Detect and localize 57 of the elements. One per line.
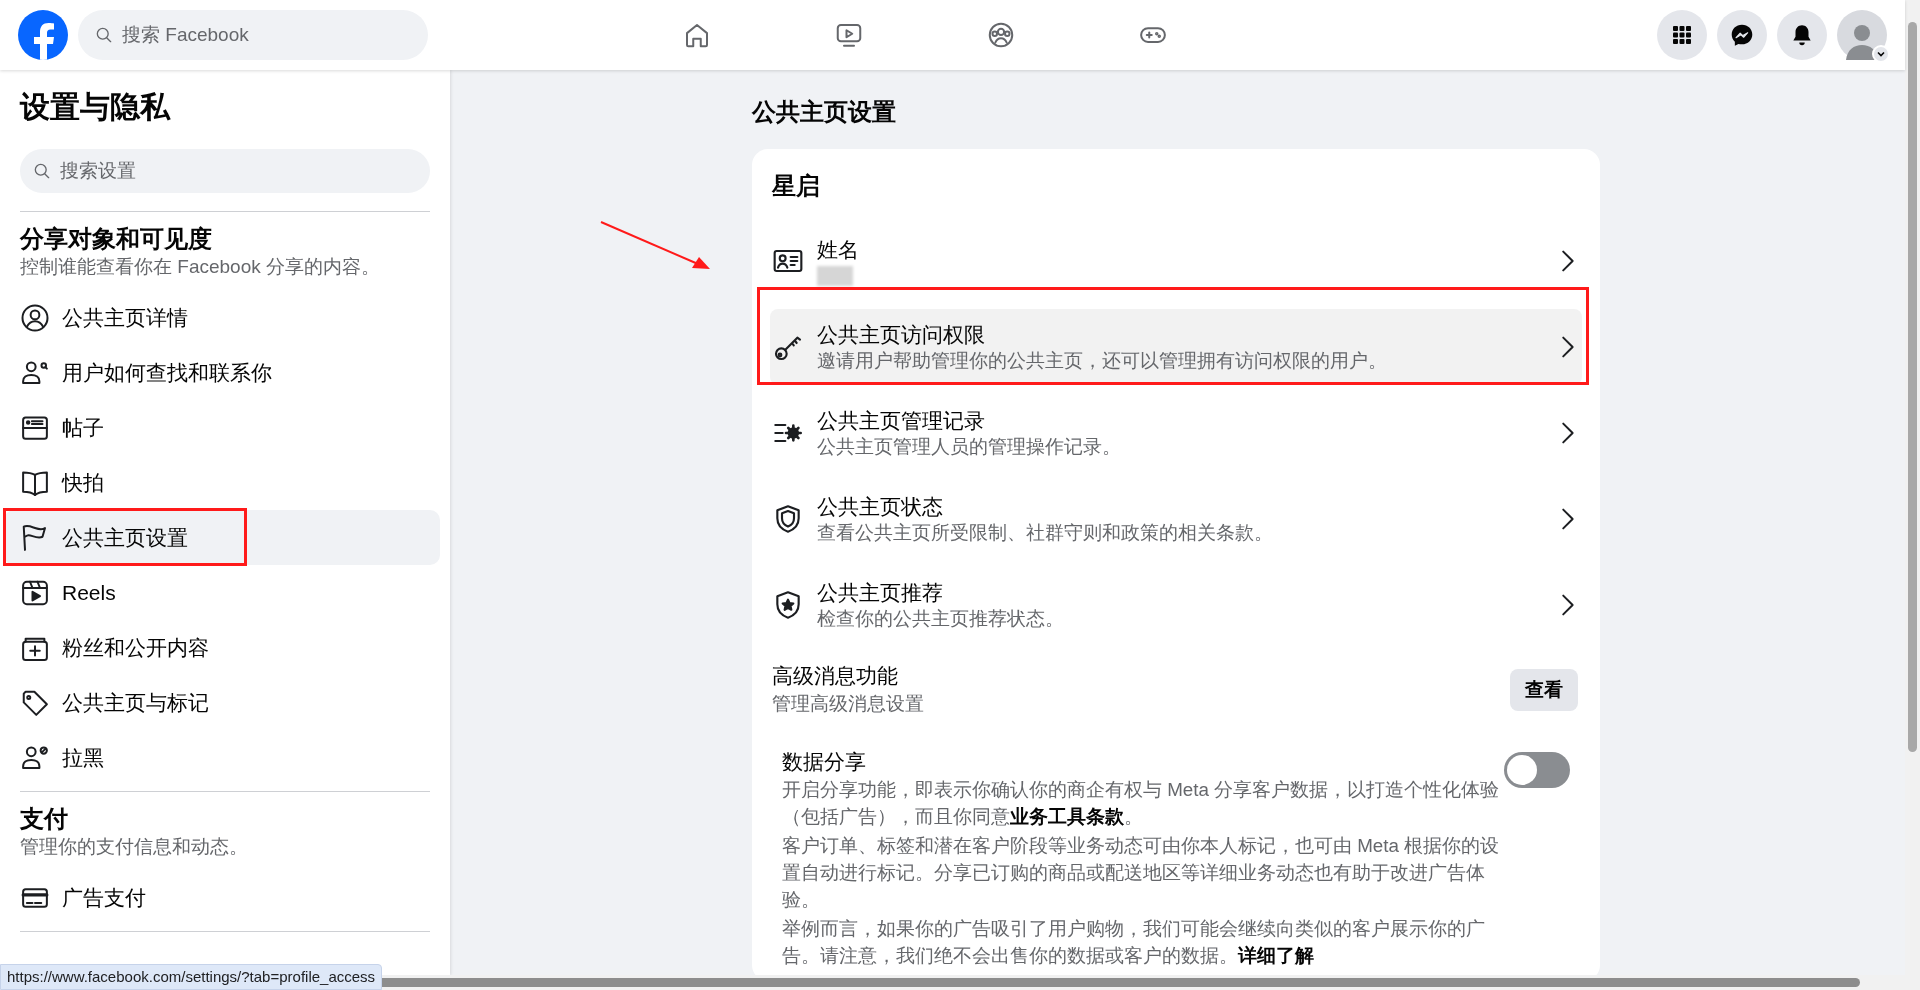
apps-menu-button[interactable] (1657, 10, 1707, 60)
sidebar-item[interactable]: 粉丝和公开内容 (4, 620, 440, 675)
settings-row[interactable]: 公共主页状态 查看公共主页所受限制、社群守则和政策的相关条款。 (770, 481, 1582, 557)
search-field[interactable]: 搜索设置 (20, 149, 430, 193)
row-description: 管理高级消息设置 (772, 692, 925, 716)
settings-row[interactable]: 公共主页访问权限 邀请用户帮助管理你的公共主页，还可以管理拥有访问权限的用户。 (770, 309, 1582, 385)
terms-link[interactable]: 详细了解 (1238, 945, 1314, 966)
settings-row[interactable]: 公共主页管理记录 公共主页管理人员的管理操作记录。 (770, 395, 1582, 471)
search-icon (32, 161, 52, 181)
search-icon (94, 25, 114, 45)
page-title: 设置与隐私 (20, 89, 172, 125)
section-title: 支付 (20, 804, 69, 834)
settings-row[interactable]: 姓名 (770, 223, 1582, 299)
row-title: 公共主页访问权限 (817, 322, 986, 348)
notifications-button[interactable] (1777, 10, 1827, 60)
sidebar-item[interactable]: 拉黑 (4, 730, 440, 785)
terms-link[interactable]: 业务工具条款 (1010, 806, 1124, 827)
paragraph: 客户订单、标签和潜在客户阶段等业务动态可由你本人标记，也可由 Meta 根据你的设置自动进行标记。分享已订购的商品或配送地区等详细业务动态也有助于改进广告体验。 (782, 834, 1501, 912)
messenger-icon (1729, 22, 1755, 48)
section-description: 控制谁能查看你在 Facebook 分享的内容。 (20, 255, 381, 279)
row-title: 数据分享 (782, 749, 867, 775)
sidebar-item[interactable]: 用户如何查找和联系你 (4, 345, 440, 400)
section-title: 分享对象和可见度 (20, 224, 213, 254)
row-description: 公共主页管理人员的管理操作记录。 (817, 435, 1122, 459)
messenger-button[interactable] (1717, 10, 1767, 60)
sidebar-item[interactable]: Reels (4, 565, 440, 620)
blurred-name (817, 266, 853, 286)
groups-icon[interactable] (986, 20, 1016, 50)
sidebar-item[interactable]: 公共主页与标记 (4, 675, 440, 730)
row-description: 邀请用户帮助管理你的公共主页，还可以管理拥有访问权限的用户。 (817, 349, 1388, 373)
caret-icon[interactable] (1872, 45, 1890, 63)
view-button[interactable]: 查看 (1510, 669, 1578, 711)
sidebar-item[interactable]: 公共主页设置 (4, 510, 440, 565)
row-title: 姓名 (817, 237, 860, 263)
profile-icon (20, 302, 50, 333)
toggle-switch[interactable] (1504, 752, 1570, 788)
row-title: 公共主页状态 (817, 494, 944, 520)
section-description: 管理你的支付信息和动态。 (20, 835, 249, 859)
paragraph: 开启分享功能，即表示你确认你的商企有权与 Meta 分享客户数据，以打造个性化体验（包括广告），而且你同意业务工具条款。 (782, 778, 1501, 829)
row-title: 公共主页推荐 (817, 580, 944, 606)
card-heading: 星启 (771, 171, 821, 201)
sidebar-item[interactable]: 广告支付 (4, 870, 440, 925)
search-field[interactable]: 搜索 Facebook (78, 10, 428, 60)
sidebar-item[interactable]: 快拍 (4, 455, 440, 510)
logo-icon[interactable] (18, 10, 68, 60)
sidebar-item[interactable]: 公共主页详情 (4, 290, 440, 345)
grid-icon (1670, 23, 1694, 47)
page-heading: 公共主页设置 (752, 97, 897, 127)
sidebar-item[interactable]: 帖子 (4, 400, 440, 455)
paragraph: 举例而言，如果你的广告吸引了用户购物，我们可能会继续向类似的客户展示你的广告。请注意，我们绝不会出售你的数据或客户的数据。详细了解 (782, 917, 1486, 968)
settings-row[interactable]: 公共主页推荐 检查你的公共主页推荐状态。 (770, 567, 1582, 643)
row-title: 高级消息功能 (772, 663, 899, 689)
row-title: 公共主页管理记录 (817, 408, 986, 434)
vertical-scrollbar[interactable] (1905, 0, 1920, 975)
row-description: 检查你的公共主页推荐状态。 (817, 607, 1065, 631)
url-tooltip: https://www.facebook.com/settings/?tab=profile_access (0, 964, 383, 990)
row-description: 查看公共主页所受限制、社群守则和政策的相关条款。 (817, 521, 1274, 545)
